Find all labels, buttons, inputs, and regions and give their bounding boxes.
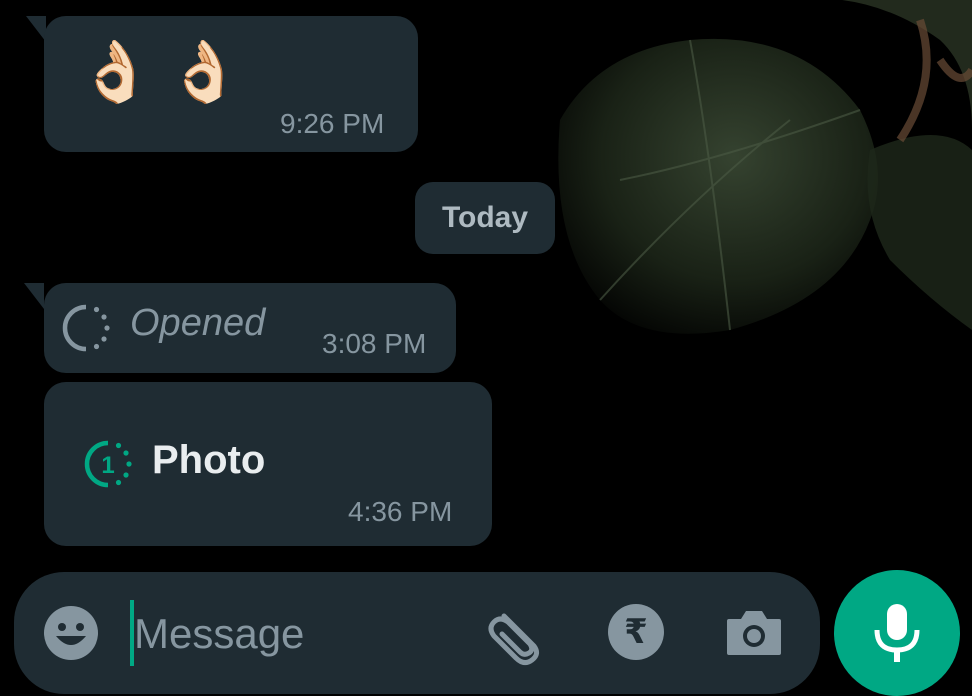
bubble-tail — [24, 283, 44, 309]
rupee-payment-icon[interactable]: ₹ — [608, 604, 664, 660]
camera-icon[interactable] — [724, 604, 784, 660]
opened-label: Opened — [130, 302, 266, 344]
emoji-icon[interactable] — [40, 602, 102, 664]
photo-label: Photo — [152, 438, 266, 482]
attach-icon[interactable] — [486, 604, 548, 666]
message-input[interactable]: Message — [134, 610, 304, 658]
bubble-tail — [26, 16, 46, 42]
message-time: 4:36 PM — [348, 496, 453, 527]
date-divider: Today — [415, 182, 555, 254]
voice-record-button[interactable] — [834, 570, 960, 696]
emoji-ok-hand: 👌🏻👌🏻 — [78, 37, 256, 107]
view-once-opened-icon — [62, 304, 110, 352]
mic-icon — [874, 604, 920, 662]
message-time: 3:08 PM — [322, 328, 427, 359]
wallpaper-leaf-image — [558, 0, 972, 334]
message-time: 9:26 PM — [280, 108, 385, 139]
view-once-count: 1 — [101, 452, 114, 479]
view-once-photo-icon: 1 — [84, 440, 132, 488]
